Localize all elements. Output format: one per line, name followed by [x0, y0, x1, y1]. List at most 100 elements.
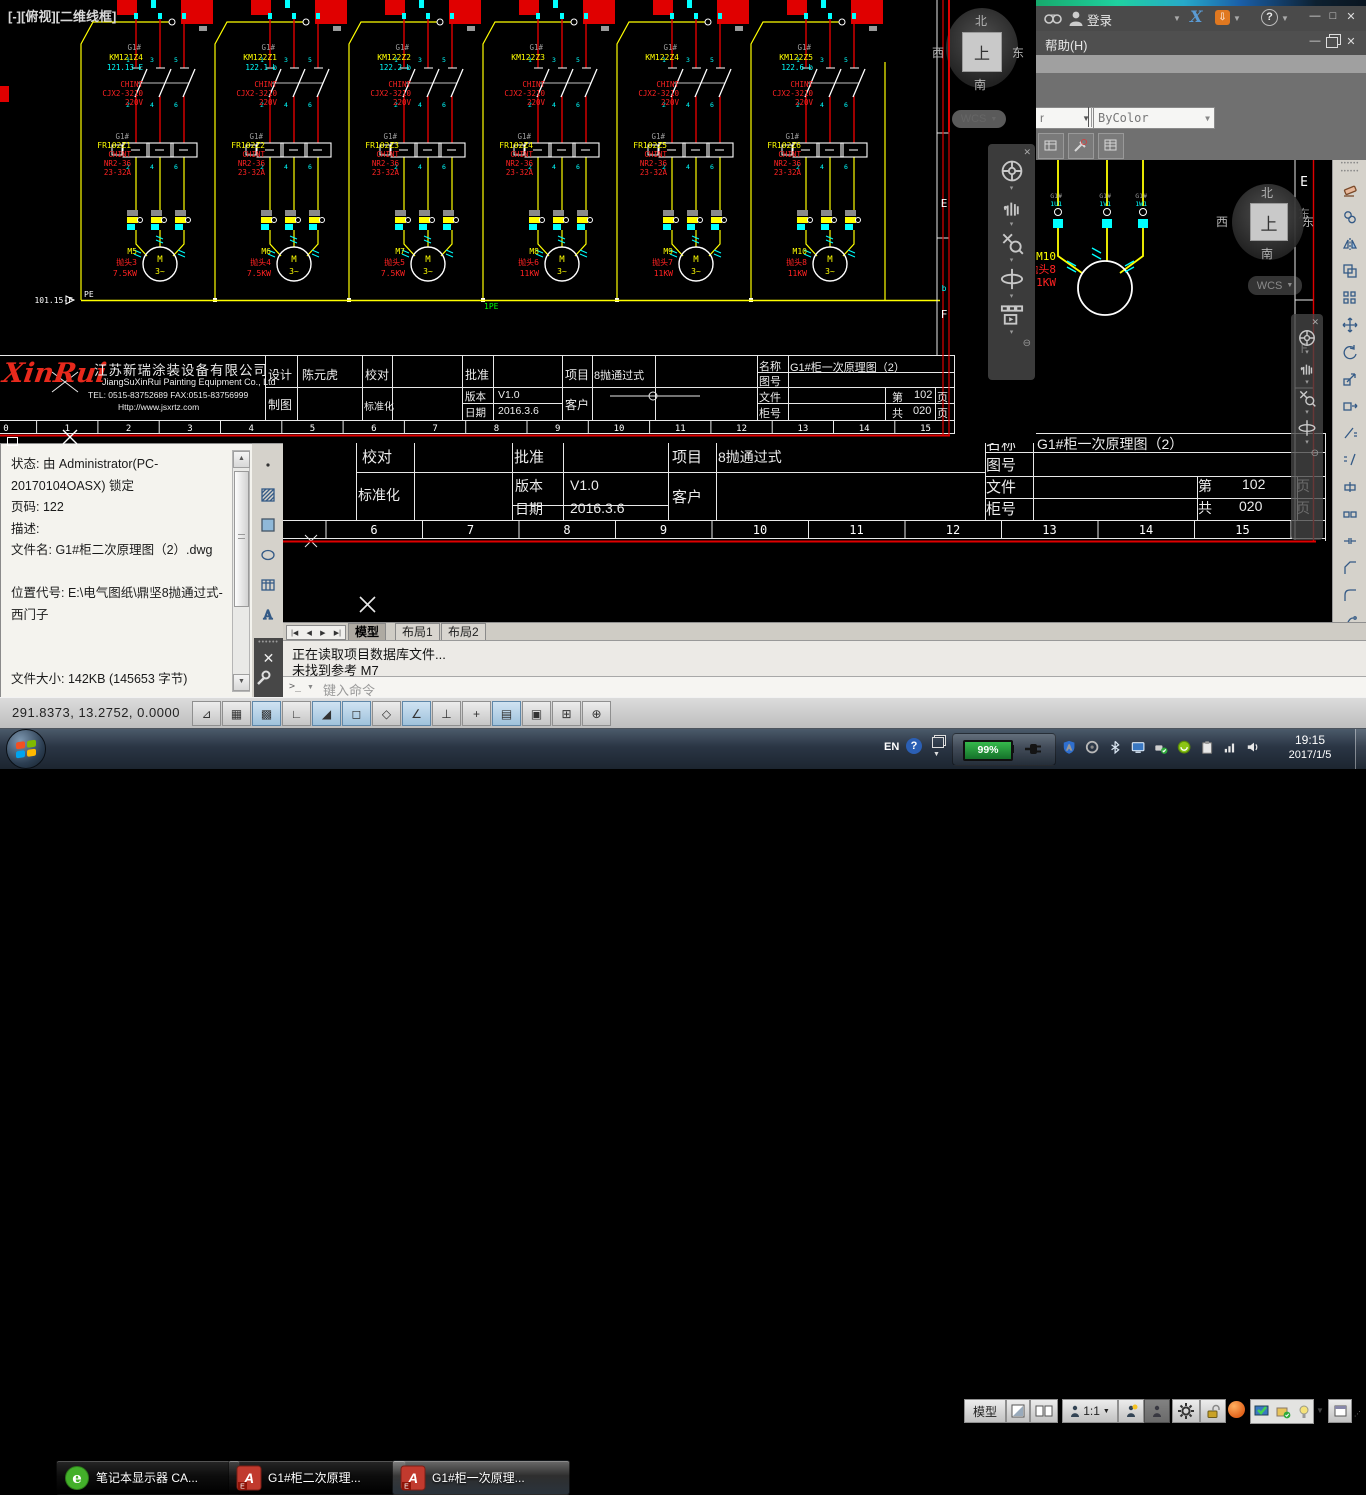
close-icon[interactable]: ✕ — [1023, 148, 1031, 156]
scale-button[interactable] — [1337, 366, 1363, 392]
extend-button[interactable] — [1337, 447, 1363, 473]
search-icon[interactable] — [1043, 11, 1063, 26]
polar-tracking-toggle[interactable]: ◢ — [312, 701, 341, 726]
orbit-icon[interactable] — [1297, 418, 1317, 438]
last-tab-icon[interactable]: ▶| — [334, 629, 341, 637]
rotate-button[interactable] — [1337, 339, 1363, 365]
navbar-menu-icon[interactable]: ⊖ — [1311, 448, 1319, 459]
360-safety-icon[interactable] — [1177, 740, 1193, 756]
trusted-file-icon[interactable] — [1298, 1405, 1310, 1419]
copy-button[interactable] — [1337, 204, 1363, 230]
motion-icon[interactable] — [999, 302, 1025, 328]
wheel-icon[interactable] — [999, 158, 1025, 184]
lineweight-toggle[interactable]: ▤ — [492, 701, 521, 726]
prev-tab-icon[interactable]: ◀ — [307, 629, 312, 637]
help-dropdown-icon[interactable]: ▼ — [1281, 14, 1289, 23]
command-prompt-icon[interactable]: >_ — [289, 681, 301, 692]
zoom-icon[interactable] — [999, 230, 1025, 256]
chevron-down-icon[interactable]: ▾ — [1010, 222, 1014, 228]
move-button[interactable] — [1337, 312, 1363, 338]
doc-close-button[interactable]: ✕ — [1343, 35, 1359, 48]
wireless-icon[interactable] — [1085, 740, 1101, 756]
bycolor-dropdown[interactable]: ByColor ▼ — [1093, 107, 1215, 129]
ime-help-icon[interactable]: ? — [906, 738, 922, 754]
exchange-apps-icon[interactable]: X — [1190, 7, 1202, 26]
pan-icon[interactable] — [999, 194, 1025, 220]
viewcube1-west[interactable]: 西 — [932, 44, 944, 61]
chevron-down-icon[interactable]: ▾ — [1305, 410, 1309, 416]
infer-constraints-toggle[interactable]: ⊿ — [192, 701, 221, 726]
layout-button[interactable] — [1006, 1399, 1030, 1423]
sign-in-link[interactable]: 登录 — [1087, 10, 1112, 29]
mtext-button[interactable]: A — [255, 602, 281, 628]
drawing-standards-icon[interactable] — [1254, 1405, 1269, 1419]
scroll-thumb[interactable] — [234, 471, 249, 607]
start-button[interactable] — [6, 729, 46, 769]
viewcube2-west[interactable]: 西 — [1216, 213, 1228, 230]
transparency-toggle[interactable]: ▣ — [522, 701, 551, 726]
viewport-controls[interactable]: [-][俯视][二维线框] — [8, 6, 116, 25]
fillet-button[interactable] — [1337, 582, 1363, 608]
navigation-bar-2[interactable]: ✕ ▾▾▾▾⊖ — [1291, 314, 1323, 540]
viewcube1-north[interactable]: 北 — [975, 12, 987, 29]
clean-screen-button[interactable] — [1328, 1399, 1352, 1423]
dim-style-button[interactable] — [1038, 133, 1064, 159]
tab-nav-buttons[interactable]: |◀◀▶▶| — [286, 625, 346, 640]
a360-icon[interactable]: ⇩ — [1215, 10, 1230, 25]
3d-object-snap-toggle[interactable]: ◇ — [372, 701, 401, 726]
language-indicator[interactable]: EN — [884, 741, 899, 753]
xref-icon[interactable] — [1276, 1405, 1291, 1419]
wrench-icon[interactable] — [254, 669, 283, 687]
a360-dropdown-icon[interactable]: ▼ — [1233, 14, 1241, 23]
erase-button[interactable] — [1337, 177, 1363, 203]
chevron-down-icon[interactable]: ▾ — [1305, 440, 1309, 446]
annotation-visibility-button[interactable] — [1118, 1399, 1144, 1423]
app-close-button[interactable]: ✕ — [1343, 10, 1359, 23]
chevron-down-icon[interactable]: ▾ — [1010, 186, 1014, 192]
array-button[interactable] — [1337, 285, 1363, 311]
point-button[interactable] — [255, 452, 281, 478]
bylayer-dropdown[interactable]: r ▼ — [1035, 107, 1095, 129]
help-icon[interactable]: ? — [1261, 9, 1278, 26]
dynamic-input-toggle[interactable]: + — [462, 701, 491, 726]
security-shield-icon[interactable]: A — [1062, 740, 1078, 756]
wheel-icon[interactable] — [1297, 328, 1317, 348]
app-minimize-button[interactable]: — — [1307, 10, 1323, 22]
viewcube2-wcs-dropdown[interactable]: WCS▼ — [1248, 276, 1302, 295]
offset-button[interactable] — [1337, 258, 1363, 284]
ime-options-icon[interactable]: ▼ — [933, 751, 940, 758]
ortho-mode-toggle[interactable]: ∟ — [282, 701, 311, 726]
break-at-point-button[interactable] — [1337, 474, 1363, 500]
gradient-button[interactable] — [255, 512, 281, 538]
drawing-canvas-secondary[interactable]: 122344566M3~G1#KM121Z4121.13-ECHINTCJX2-… — [0, 0, 1036, 443]
navbar-menu-icon[interactable]: ⊖ — [1023, 338, 1031, 349]
task-button-1[interactable]: e笔记本显示器 CA... — [56, 1460, 240, 1495]
signin-dropdown-icon[interactable]: ▼ — [1173, 14, 1181, 23]
quick-properties-toggle[interactable]: ⊞ — [552, 701, 581, 726]
statusbar-grip[interactable]: ⋰ — [1354, 1410, 1362, 1418]
chevron-down-icon[interactable]: ▾ — [1010, 294, 1014, 300]
viewcube1-wcs-dropdown[interactable]: WCS▼ — [952, 110, 1006, 128]
panel-scrollbar[interactable]: ▲ ▼ — [232, 450, 250, 692]
chevron-down-icon[interactable]: ▾ — [1305, 350, 1309, 356]
first-tab-icon[interactable]: |◀ — [291, 629, 298, 637]
autoscale-button[interactable] — [1144, 1399, 1170, 1423]
viewcube2-top-face[interactable]: 上 — [1250, 203, 1288, 241]
pan-icon[interactable] — [1297, 358, 1317, 378]
snap-mode-toggle[interactable]: ▦ — [222, 701, 251, 726]
volume-icon[interactable] — [1246, 740, 1262, 756]
performance-icon[interactable] — [1228, 1401, 1245, 1418]
chevron-down-icon[interactable]: ▾ — [1010, 330, 1014, 336]
customize-tools-button[interactable] — [1068, 133, 1094, 159]
table-style-button[interactable] — [1098, 133, 1124, 159]
annotation-scale-button[interactable]: 1:1▼ — [1062, 1399, 1118, 1423]
chevron-down-icon[interactable]: ▾ — [1305, 380, 1309, 386]
tab-layout2[interactable]: 布局2 — [441, 623, 486, 641]
model-space-button[interactable]: 模型 — [964, 1399, 1006, 1423]
task-button-3[interactable]: AEG1#柜一次原理... — [392, 1460, 570, 1495]
scroll-up-button[interactable]: ▲ — [233, 451, 250, 468]
display-icon[interactable] — [1131, 740, 1147, 756]
viewcube1-east[interactable]: 东 — [1012, 44, 1024, 61]
viewcube2-east[interactable]: 东 — [1302, 213, 1314, 230]
clipboard-icon[interactable] — [1200, 740, 1216, 756]
